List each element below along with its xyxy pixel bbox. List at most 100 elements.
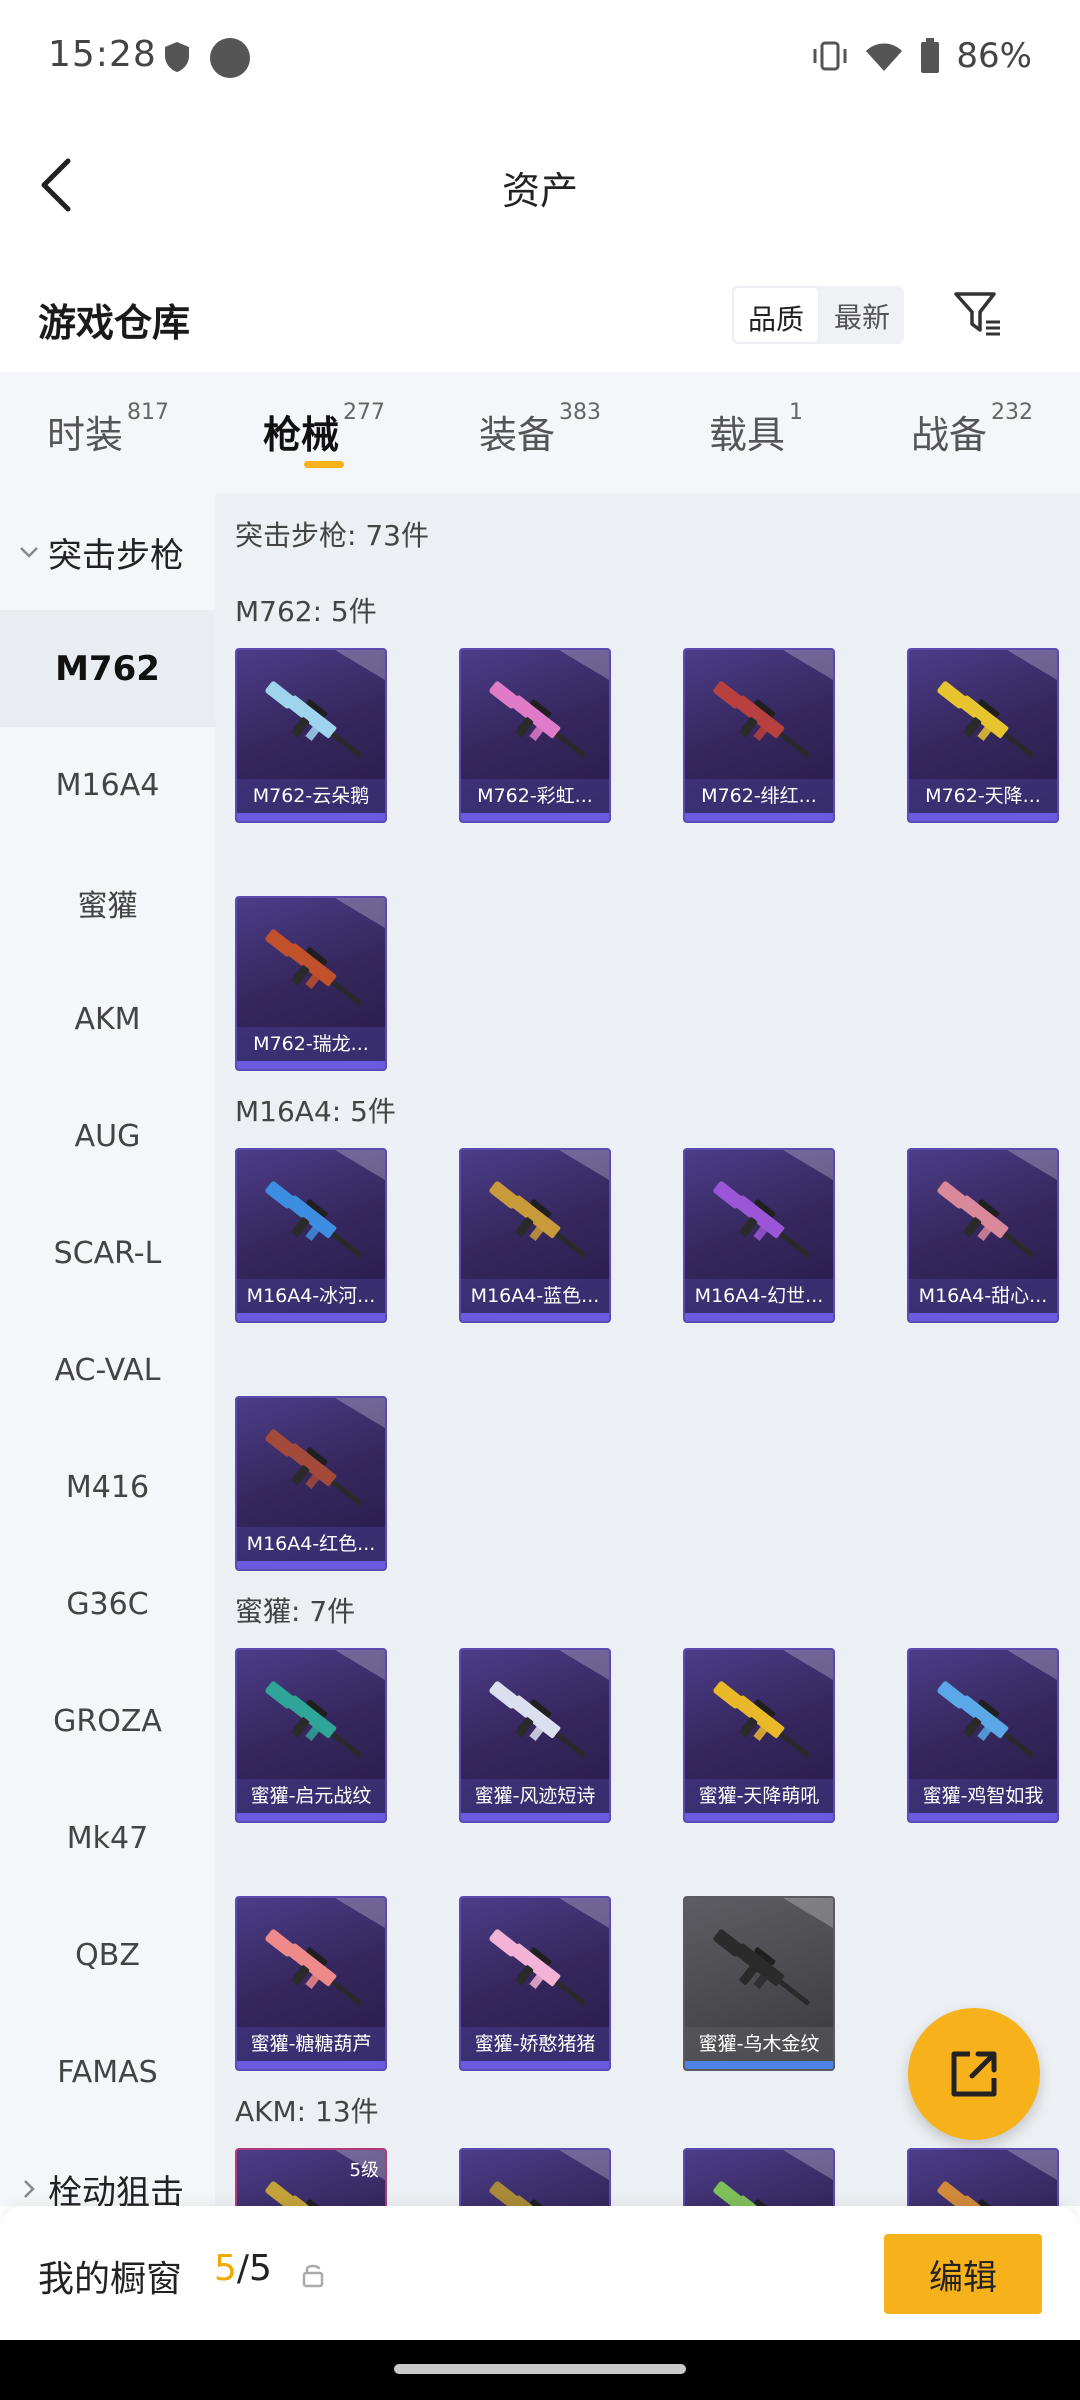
tab-vehicles[interactable]: 载具 1 bbox=[648, 372, 864, 494]
skin-card[interactable]: 蜜獾-启元战纹 bbox=[235, 1648, 387, 1823]
skin-card[interactable]: 蜜獾-娇憨猪猪 bbox=[459, 1896, 611, 2071]
skin-card[interactable]: M16A4-蓝色... bbox=[459, 1148, 611, 1323]
sidebar-item-honey-badger[interactable]: 蜜獾 bbox=[0, 844, 215, 961]
rifle-icon bbox=[713, 1929, 811, 2006]
skin-card[interactable]: M16A4-红色... bbox=[235, 1396, 387, 1571]
sidebar-item-aug[interactable]: AUG bbox=[0, 1078, 215, 1195]
tab-count: 277 bbox=[343, 400, 385, 425]
sort-quality-button[interactable]: 品质 bbox=[732, 286, 821, 344]
lock-icon bbox=[302, 2264, 324, 2288]
skin-card[interactable] bbox=[683, 2148, 835, 2206]
sidebar-item-qbz[interactable]: QBZ bbox=[0, 1897, 215, 2014]
rarity-bar bbox=[237, 1061, 385, 1069]
category-label: 突击步枪 bbox=[48, 535, 184, 576]
rarity-bar bbox=[909, 1813, 1057, 1821]
skin-card[interactable]: 蜜獾-风迹短诗 bbox=[459, 1648, 611, 1823]
rifle-icon bbox=[713, 1681, 811, 1758]
skin-card[interactable]: M16A4-甜心... bbox=[907, 1148, 1059, 1323]
tab-label: 载具 bbox=[708, 413, 785, 457]
tab-firearms[interactable]: 枪械 277 bbox=[216, 372, 432, 494]
skin-card[interactable]: 蜜獾-乌木金纹 bbox=[683, 1896, 835, 2071]
group-title: AKM: 13件 bbox=[235, 2095, 379, 2128]
weapon-sidebar: 突击步枪 M762 M16A4 蜜獾 AKM AUG SCAR-L AC-VAL… bbox=[0, 494, 215, 2206]
sidebar-item-g36c[interactable]: G36C bbox=[0, 1546, 215, 1663]
rifle-icon bbox=[937, 681, 1035, 758]
rifle-icon bbox=[265, 1181, 363, 1258]
card-corner-decoration bbox=[559, 650, 609, 680]
edit-button[interactable]: 编辑 bbox=[884, 2234, 1042, 2314]
tab-label: 战备 bbox=[910, 413, 987, 457]
tab-fashion[interactable]: 时装 817 bbox=[0, 372, 216, 494]
share-button[interactable] bbox=[908, 2008, 1040, 2140]
rifle-icon bbox=[265, 681, 363, 758]
skin-card[interactable]: 5级 bbox=[235, 2148, 387, 2206]
sidebar-item-ac-val[interactable]: AC-VAL bbox=[0, 1312, 215, 1429]
skin-name: 蜜獾-启元战纹 bbox=[237, 1779, 385, 1813]
skin-card[interactable]: M762-天降... bbox=[907, 648, 1059, 823]
sidebar-item-m416[interactable]: M416 bbox=[0, 1429, 215, 1546]
status-time: 15:28 bbox=[48, 34, 157, 75]
group-title: M762: 5件 bbox=[235, 595, 377, 628]
skin-card[interactable]: 蜜獾-鸡智如我 bbox=[907, 1648, 1059, 1823]
tab-count: 817 bbox=[127, 400, 169, 425]
sidebar-item-groza[interactable]: GROZA bbox=[0, 1663, 215, 1780]
skin-name: M762-天降... bbox=[909, 779, 1057, 813]
skin-name: 蜜獾-风迹短诗 bbox=[461, 1779, 609, 1813]
rifle-icon bbox=[489, 1681, 587, 1758]
active-tab-indicator bbox=[304, 461, 344, 468]
skin-card[interactable]: M762-瑞龙... bbox=[235, 896, 387, 1071]
warehouse-title: 游戏仓库 bbox=[38, 301, 191, 345]
card-corner-decoration bbox=[783, 2150, 833, 2180]
skin-card[interactable] bbox=[459, 2148, 611, 2206]
category-bolt-action[interactable]: 栓动狙击 bbox=[0, 2131, 215, 2206]
category-label: 栓动狙击 bbox=[48, 2172, 184, 2207]
sidebar-item-famas[interactable]: FAMAS bbox=[0, 2014, 215, 2131]
showcase-label: 我的橱窗 bbox=[38, 2259, 183, 2300]
card-corner-decoration bbox=[559, 2150, 609, 2180]
rifle-icon bbox=[265, 929, 363, 1006]
tab-equipment[interactable]: 装备 383 bbox=[432, 372, 648, 494]
sidebar-item-m762[interactable]: M762 bbox=[0, 610, 215, 727]
showcase-bar: 我的橱窗 5/5 编辑 bbox=[0, 2206, 1080, 2340]
calendar-icon bbox=[210, 38, 250, 78]
sidebar-item-scar-l[interactable]: SCAR-L bbox=[0, 1195, 215, 1312]
rarity-bar bbox=[237, 813, 385, 821]
tab-count: 383 bbox=[559, 400, 601, 425]
card-corner-decoration bbox=[1007, 650, 1057, 680]
sort-newest-button[interactable]: 最新 bbox=[820, 286, 904, 344]
card-corner-decoration bbox=[559, 1650, 609, 1680]
category-assault-rifles[interactable]: 突击步枪 bbox=[0, 494, 215, 610]
skin-card[interactable]: 蜜獾-糖糖葫芦 bbox=[235, 1896, 387, 2071]
sidebar-item-mk47[interactable]: Mk47 bbox=[0, 1780, 215, 1897]
card-corner-decoration bbox=[1007, 1150, 1057, 1180]
skin-card[interactable]: M762-彩虹... bbox=[459, 648, 611, 823]
sidebar-item-akm[interactable]: AKM bbox=[0, 961, 215, 1078]
skin-card[interactable]: M16A4-幻世... bbox=[683, 1148, 835, 1323]
tab-label: 时装 bbox=[46, 413, 123, 457]
skin-card[interactable]: M16A4-冰河... bbox=[235, 1148, 387, 1323]
skin-name: M16A4-冰河... bbox=[237, 1279, 385, 1313]
card-corner-decoration bbox=[783, 650, 833, 680]
card-corner-decoration bbox=[559, 1898, 609, 1928]
filter-icon[interactable] bbox=[952, 288, 1004, 340]
rarity-bar bbox=[685, 813, 833, 821]
tab-supplies[interactable]: 战备 232 bbox=[864, 372, 1080, 494]
chevron-down-icon bbox=[20, 547, 38, 558]
sidebar-item-m16a4[interactable]: M16A4 bbox=[0, 727, 215, 844]
skin-name: M762-瑞龙... bbox=[237, 1027, 385, 1061]
skin-name: 蜜獾-天降萌吼 bbox=[685, 1779, 833, 1813]
home-handle[interactable] bbox=[394, 2364, 686, 2374]
skin-name: 蜜獾-娇憨猪猪 bbox=[461, 2027, 609, 2061]
page-title: 资产 bbox=[501, 169, 578, 213]
skin-card[interactable] bbox=[907, 2148, 1059, 2206]
sort-toggle: 品质 最新 bbox=[732, 286, 905, 344]
rarity-bar bbox=[237, 1561, 385, 1569]
skin-name: M16A4-蓝色... bbox=[461, 1279, 609, 1313]
skin-card[interactable]: M762-云朵鹅 bbox=[235, 648, 387, 823]
skin-card[interactable]: M762-绯红... bbox=[683, 648, 835, 823]
rarity-bar bbox=[909, 813, 1057, 821]
category-summary: 突击步枪: 73件 bbox=[235, 519, 429, 552]
rifle-icon bbox=[937, 1681, 1035, 1758]
skin-card[interactable]: 蜜獾-天降萌吼 bbox=[683, 1648, 835, 1823]
skin-name: M762-彩虹... bbox=[461, 779, 609, 813]
